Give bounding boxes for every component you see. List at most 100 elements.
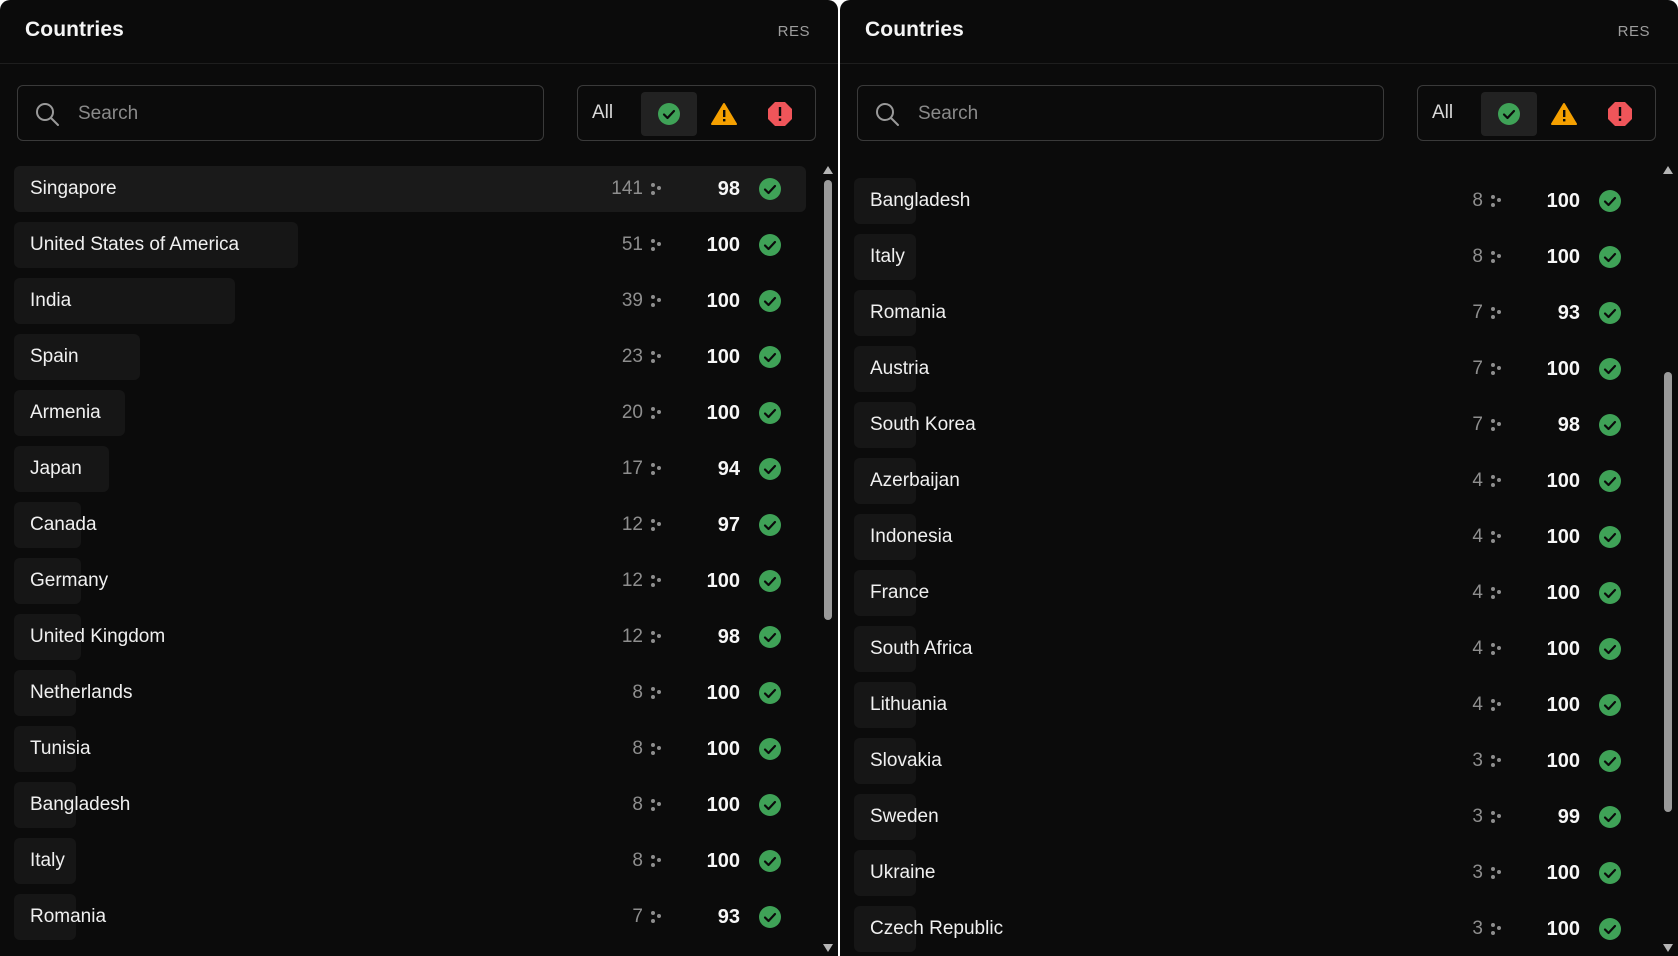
country-score: 100	[706, 850, 740, 872]
node-count: 39	[621, 290, 643, 311]
country-name: South Korea	[870, 414, 976, 435]
country-row[interactable]: Canada 12 97	[0, 502, 822, 548]
scrollbar[interactable]	[1662, 166, 1674, 956]
node-count: 8	[1472, 190, 1483, 211]
ok-icon	[758, 177, 782, 201]
nodes-icon	[1489, 641, 1503, 657]
ok-icon	[1598, 861, 1622, 885]
country-row[interactable]: Singapore 141 98	[0, 166, 822, 212]
panel-title: Countries	[25, 18, 124, 41]
country-row[interactable]: Azerbaijan 4 100	[840, 458, 1662, 504]
country-row[interactable]: Indonesia 4 100	[840, 514, 1662, 560]
search-box[interactable]	[857, 85, 1384, 141]
search-icon	[876, 103, 899, 126]
node-count: 8	[632, 794, 643, 815]
filter-ok-button[interactable]	[1481, 92, 1537, 136]
country-row[interactable]: Czech Republic 3 100	[840, 906, 1662, 952]
filter-ok-button[interactable]	[641, 92, 697, 136]
country-row[interactable]: Lithuania 4 100	[840, 682, 1662, 728]
filter-all[interactable]: All	[1432, 86, 1453, 140]
ok-icon	[758, 457, 782, 481]
node-count: 8	[632, 682, 643, 703]
nodes-icon	[649, 461, 663, 477]
node-count: 141	[611, 178, 643, 199]
status-filter: All	[577, 85, 816, 141]
country-score: 100	[706, 570, 740, 592]
country-row[interactable]: Spain 23 100	[0, 334, 822, 380]
scroll-down-arrow[interactable]	[823, 944, 833, 952]
country-row[interactable]: Netherlands 8 100	[0, 670, 822, 716]
country-row[interactable]: Austria 7 100	[840, 346, 1662, 392]
country-name: Azerbaijan	[870, 470, 960, 491]
country-row[interactable]: India 39 100	[0, 278, 822, 324]
nodes-icon	[1489, 417, 1503, 433]
country-row[interactable]: Armenia 20 100	[0, 390, 822, 436]
node-count: 12	[621, 514, 643, 535]
filter-warning-button[interactable]	[1536, 92, 1592, 136]
ok-icon	[1598, 917, 1622, 941]
scrollbar-thumb[interactable]	[824, 180, 832, 620]
search-box[interactable]	[17, 85, 544, 141]
ok-icon	[758, 233, 782, 257]
res-label[interactable]: RES	[1618, 23, 1650, 40]
ok-icon	[758, 513, 782, 537]
country-row[interactable]: United States of America 51 100	[0, 222, 822, 268]
country-name: Bangladesh	[870, 190, 971, 211]
country-row[interactable]: South Korea 7 98	[840, 402, 1662, 448]
node-count: 8	[1472, 246, 1483, 267]
nodes-icon	[1489, 193, 1503, 209]
country-row[interactable]: Japan 17 94	[0, 446, 822, 492]
scroll-up-arrow[interactable]	[823, 166, 833, 174]
country-row[interactable]: Tunisia 8 100	[0, 726, 822, 772]
node-count: 7	[1472, 358, 1483, 379]
nodes-icon	[649, 293, 663, 309]
country-name: United States of America	[30, 234, 240, 255]
ok-icon	[758, 793, 782, 817]
country-row[interactable]: South Africa 4 100	[840, 626, 1662, 672]
node-count: 17	[621, 458, 643, 479]
filter-all[interactable]: All	[592, 86, 613, 140]
filter-warning-button[interactable]	[696, 92, 752, 136]
res-label[interactable]: RES	[778, 23, 810, 40]
nodes-icon	[649, 517, 663, 533]
ok-icon	[1598, 469, 1622, 493]
country-row[interactable]: Slovakia 3 100	[840, 738, 1662, 784]
country-row[interactable]: Italy 8 100	[0, 838, 822, 884]
country-row[interactable]: Romania 7 93	[0, 894, 822, 940]
country-score: 100	[1546, 190, 1580, 212]
country-row[interactable]: Germany 12 100	[0, 558, 822, 604]
error-icon	[768, 102, 792, 126]
scrollbar[interactable]	[822, 166, 834, 956]
country-row[interactable]: United Kingdom 12 98	[0, 614, 822, 660]
country-list[interactable]: Bangladesh 8 100 Italy 8 100 Romania 7 93 Austria…	[840, 162, 1662, 956]
country-row[interactable]: Sweden 3 99	[840, 794, 1662, 840]
search-input[interactable]	[76, 96, 520, 132]
country-list[interactable]: Singapore 141 98 United States of America 51…	[0, 162, 822, 956]
panel-title: Countries	[865, 18, 964, 41]
country-row[interactable]: Bangladesh 8 100	[840, 178, 1662, 224]
country-row[interactable]: Romania 7 93	[840, 290, 1662, 336]
filter-error-button[interactable]	[752, 92, 808, 136]
scrollbar-thumb[interactable]	[1664, 372, 1672, 812]
country-score: 100	[1546, 638, 1580, 660]
error-icon	[1608, 102, 1632, 126]
country-name: Italy	[870, 246, 905, 267]
country-name: Ukraine	[870, 862, 936, 883]
country-row[interactable]: Italy 8 100	[840, 234, 1662, 280]
scroll-up-arrow[interactable]	[1663, 166, 1673, 174]
ok-icon	[658, 103, 680, 125]
ok-icon	[758, 905, 782, 929]
country-row[interactable]: France 4 100	[840, 570, 1662, 616]
country-score: 100	[1546, 582, 1580, 604]
scroll-down-arrow[interactable]	[1663, 944, 1673, 952]
nodes-icon	[649, 349, 663, 365]
ok-icon	[1598, 357, 1622, 381]
country-row[interactable]: Bangladesh 8 100	[0, 782, 822, 828]
country-name: Germany	[30, 570, 109, 591]
ok-icon	[1598, 301, 1622, 325]
country-name: Spain	[30, 346, 79, 367]
country-score: 98	[1557, 414, 1580, 436]
country-row[interactable]: Ukraine 3 100	[840, 850, 1662, 896]
filter-error-button[interactable]	[1592, 92, 1648, 136]
search-input[interactable]	[916, 96, 1360, 132]
